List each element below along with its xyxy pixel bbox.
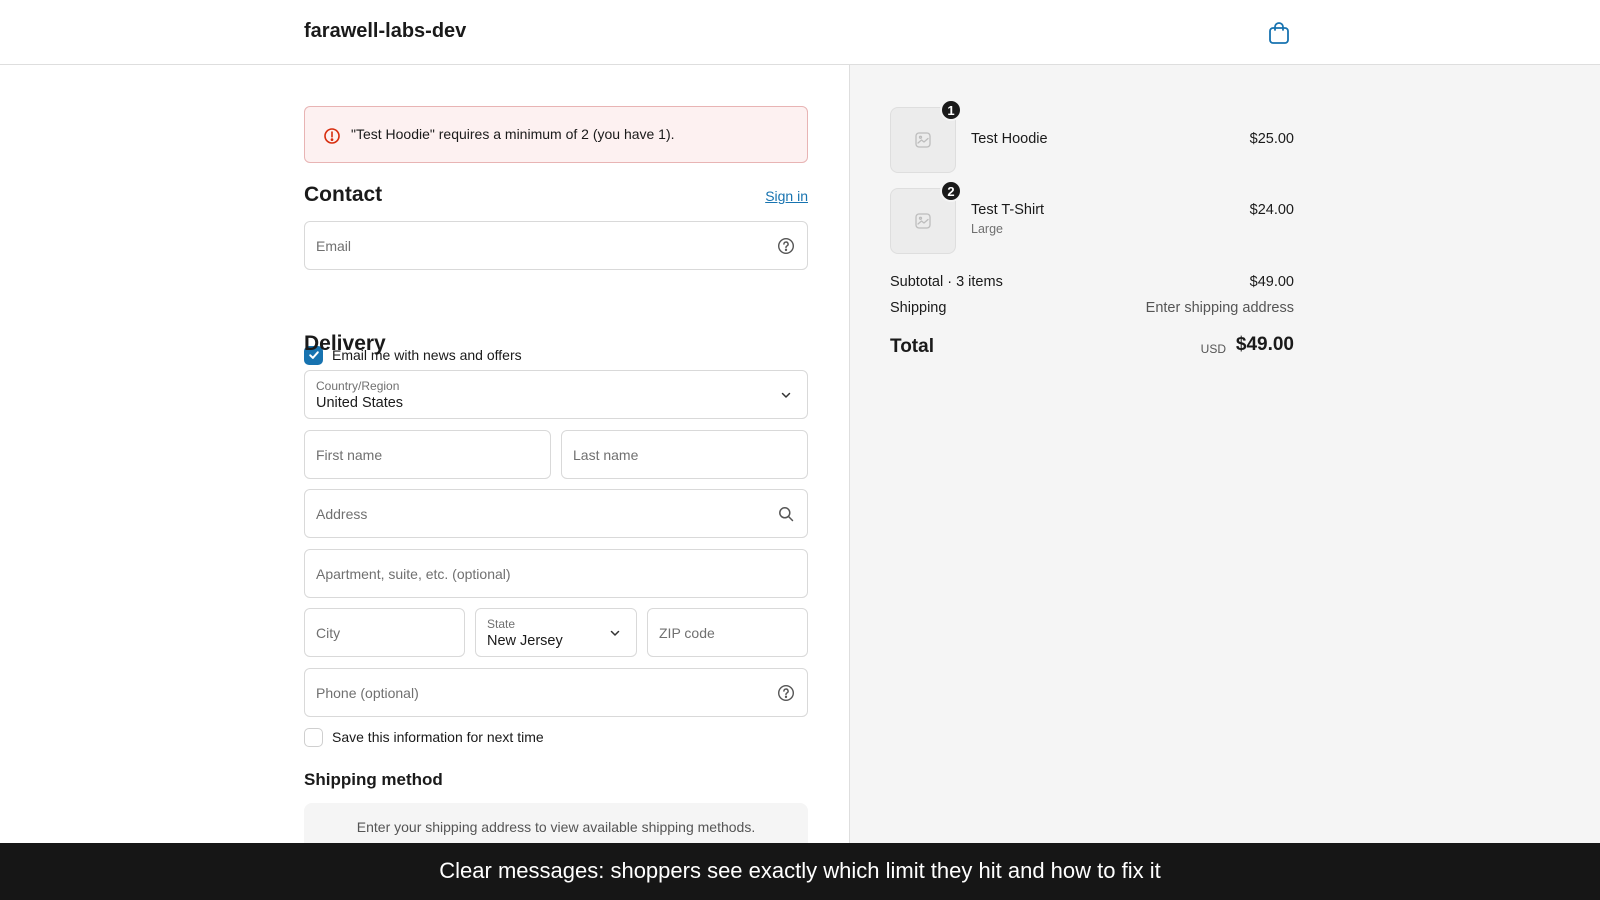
country-value: United States (316, 395, 404, 411)
image-placeholder-icon (915, 213, 931, 229)
caption-text: Clear messages: shoppers see exactly whi… (439, 858, 1161, 883)
state-select[interactable]: State New Jersey (475, 608, 637, 657)
save-info-checkbox-row[interactable]: Save this information for next time (304, 727, 544, 747)
item-price: $25.00 (1249, 131, 1294, 147)
first-name-field[interactable]: First name (304, 430, 551, 479)
email-placeholder: Email (316, 238, 352, 254)
delivery-title: Delivery (304, 332, 386, 355)
error-message: "Test Hoodie" requires a minimum of 2 (y… (351, 126, 675, 142)
item-variant: Large (971, 222, 1003, 236)
order-summary-panel: 1 Test Hoodie $25.00 2 Test T-Shirt Larg… (849, 65, 1600, 900)
subtotal-value: $49.00 (1249, 274, 1294, 290)
product-thumbnail: 1 (890, 99, 962, 173)
save-info-checkbox[interactable] (304, 727, 323, 747)
phone-field[interactable]: Phone (optional) (304, 668, 808, 717)
phone-placeholder: Phone (optional) (316, 685, 419, 701)
apartment-placeholder: Apartment, suite, etc. (optional) (316, 566, 511, 582)
subtotal-row: Subtotal · 3 items $49.00 (890, 274, 1294, 290)
shipping-label: Shipping (890, 300, 947, 316)
country-label: Country/Region (316, 379, 400, 393)
apartment-field[interactable]: Apartment, suite, etc. (optional) (304, 549, 808, 598)
quantity-badge: 1 (940, 99, 962, 121)
total-row: Total USD $49.00 (890, 333, 1294, 361)
contact-title: Contact (304, 183, 383, 206)
shipping-row: Shipping Enter shipping address (890, 300, 1294, 316)
quantity-badge: 2 (940, 180, 962, 202)
image-placeholder-icon (915, 132, 931, 148)
last-name-field[interactable]: Last name (561, 430, 808, 479)
checkout-form-panel: "Test Hoodie" requires a minimum of 2 (y… (0, 65, 849, 900)
zip-field[interactable]: ZIP code (647, 608, 808, 657)
help-icon[interactable] (776, 683, 796, 703)
address-field[interactable]: Address (304, 489, 808, 538)
caption-bar: Clear messages: shoppers see exactly whi… (0, 843, 1600, 900)
total-label: Total (890, 336, 934, 357)
country-select[interactable]: Country/Region United States (304, 370, 808, 419)
zip-placeholder: ZIP code (659, 625, 715, 641)
item-price: $24.00 (1249, 202, 1294, 218)
cart-button[interactable] (1266, 20, 1292, 46)
first-name-placeholder: First name (316, 447, 383, 463)
line-item: 2 Test T-Shirt Large $24.00 (890, 180, 1294, 254)
email-field[interactable]: Email (304, 221, 808, 270)
header: farawell-labs-dev (0, 0, 1600, 65)
search-icon (776, 504, 796, 524)
item-name: Test Hoodie (971, 131, 1048, 147)
shipping-value: Enter shipping address (1145, 300, 1294, 316)
city-placeholder: City (316, 625, 341, 641)
item-name: Test T-Shirt (971, 202, 1045, 218)
subtotal-label: Subtotal · 3 items (890, 274, 1003, 290)
alert-circle-icon (324, 128, 340, 144)
state-value: New Jersey (487, 633, 563, 649)
chevron-down-icon (605, 623, 625, 643)
chevron-down-icon (776, 385, 796, 405)
line-item: 1 Test Hoodie $25.00 (890, 99, 1294, 173)
city-field[interactable]: City (304, 608, 465, 657)
shipping-method-title: Shipping method (304, 770, 443, 789)
sign-in-link[interactable]: Sign in (765, 188, 808, 204)
total-value: $49.00 (1235, 334, 1294, 355)
save-info-checkbox-label: Save this information for next time (332, 729, 544, 745)
state-label: State (487, 617, 516, 631)
shipping-method-message: Enter your shipping address to view avai… (356, 819, 756, 835)
shopping-bag-icon (1269, 22, 1289, 44)
total-currency: USD (1200, 342, 1226, 356)
help-icon[interactable] (776, 236, 796, 256)
address-placeholder: Address (316, 506, 368, 522)
last-name-placeholder: Last name (573, 447, 639, 463)
error-banner: "Test Hoodie" requires a minimum of 2 (y… (304, 106, 808, 163)
product-thumbnail: 2 (890, 180, 962, 254)
shop-name[interactable]: farawell-labs-dev (304, 20, 466, 43)
